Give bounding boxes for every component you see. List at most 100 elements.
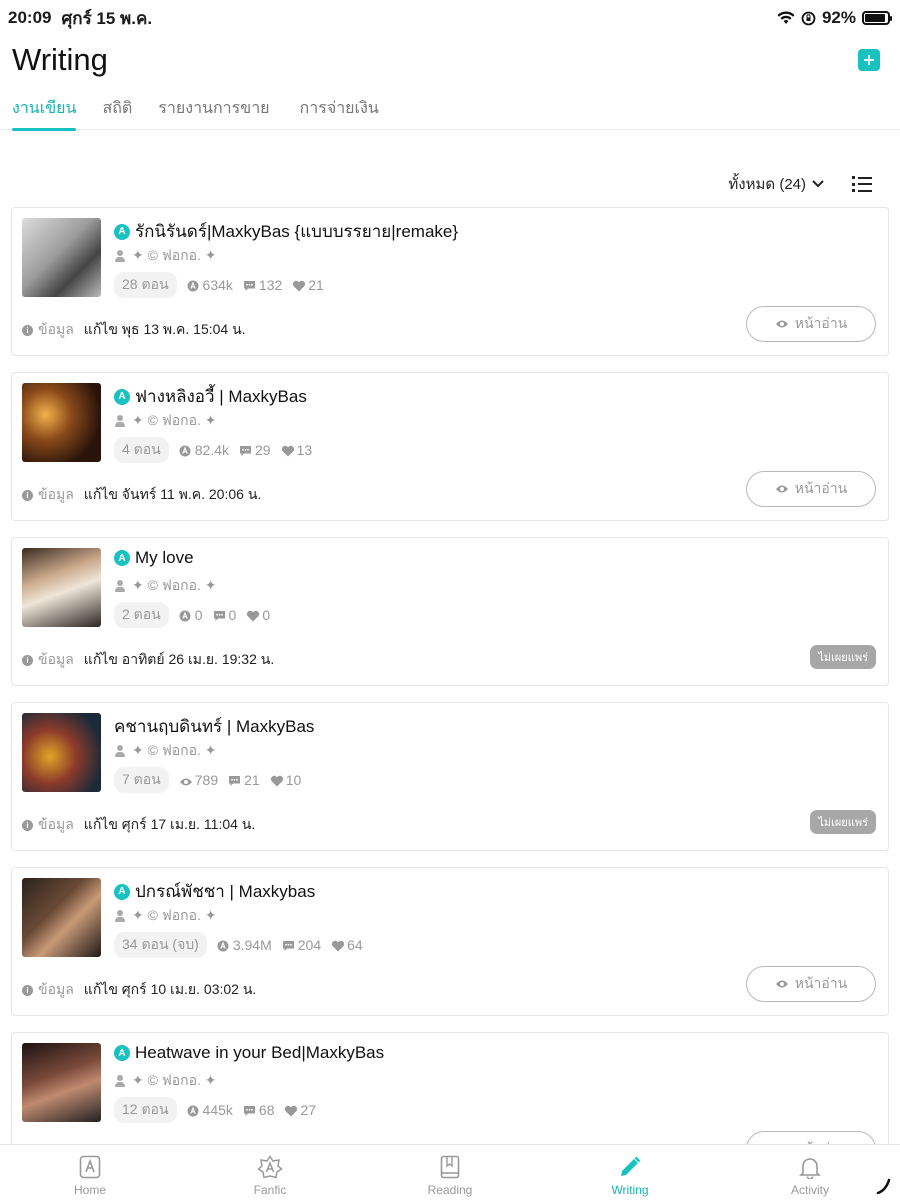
read-label: หน้าอ่าน xyxy=(794,480,848,496)
card-footer: i ข้อมูล แก้ไข ศุกร์ 10 เม.ย. 03:02 น. xyxy=(22,979,256,1001)
work-card[interactable]: A My love ✦ © ฟอกอ. ✦ 2 ตอน 0 0 0 i ข้อมูล แก้ไข … xyxy=(11,537,889,686)
work-title: Heatwave in your Bed|MaxkyBas xyxy=(135,1043,385,1062)
unpublished-badge: ไม่เผยแพร่ xyxy=(810,810,876,834)
comments-count: 68 xyxy=(258,1102,275,1118)
likes-stat: 13 xyxy=(281,442,313,458)
list-view-icon[interactable] xyxy=(852,176,872,192)
battery-icon xyxy=(862,11,892,25)
info-link[interactable]: i ข้อมูล xyxy=(22,814,74,836)
nav-reading[interactable]: Reading xyxy=(360,1145,540,1200)
pencil-icon xyxy=(621,1156,641,1176)
cover-image[interactable] xyxy=(22,218,101,297)
read-page-button[interactable]: หน้าอ่าน xyxy=(746,306,876,342)
comment-icon xyxy=(243,1104,255,1116)
a-badge-icon xyxy=(187,279,199,292)
nav-fanfic-label: Fanfic xyxy=(253,1183,287,1197)
nav-writing-label: Writing xyxy=(611,1183,649,1197)
nav-fanfic[interactable]: Fanfic xyxy=(180,1145,360,1200)
filter-row: ทั้งหมด (24) xyxy=(728,172,872,196)
nav-reading-label: Reading xyxy=(427,1183,473,1197)
tab-bar-top: งานเขียน สถิติ รายงานการขาย การจ่ายเงิน xyxy=(0,90,900,131)
work-title-row[interactable]: A My love xyxy=(114,548,194,568)
comments-stat: 68 xyxy=(243,1102,275,1118)
heart-icon xyxy=(292,279,306,292)
person-icon xyxy=(114,250,126,262)
comments-count: 132 xyxy=(258,277,283,293)
work-title-row[interactable]: A รักนิรันดร์|MaxkyBas {แบบบรรยาย|remake} xyxy=(114,218,458,245)
info-link[interactable]: i ข้อมูล xyxy=(22,484,74,506)
views-stat: 789 xyxy=(179,772,218,788)
read-label: หน้าอ่าน xyxy=(794,975,848,991)
cover-image[interactable] xyxy=(22,383,101,462)
likes-count: 0 xyxy=(262,607,271,623)
likes-count: 64 xyxy=(347,937,363,953)
info-link[interactable]: i ข้อมูล xyxy=(22,319,74,341)
add-work-button[interactable] xyxy=(858,49,880,71)
likes-count: 27 xyxy=(300,1102,317,1118)
battery-percent: 92% xyxy=(821,8,856,27)
likes-stat: 10 xyxy=(270,772,302,788)
stats-row: 34 ตอน (จบ) 3.94M 204 64 xyxy=(114,932,363,958)
author-row: ✦ © ฟอกอ. ✦ xyxy=(114,1070,217,1092)
views-stat: 82.4k xyxy=(179,442,229,458)
nav-home[interactable]: Home xyxy=(0,1145,180,1200)
tab-works[interactable]: งานเขียน xyxy=(12,90,77,131)
info-link[interactable]: i ข้อมูล xyxy=(22,649,74,671)
work-card[interactable]: A ฟางหลิงอวี้ | MaxkyBas ✦ © ฟอกอ. ✦ 4 ตอน 8… xyxy=(11,372,889,521)
work-card[interactable]: A รักนิรันดร์|MaxkyBas {แบบบรรยาย|remake}… xyxy=(11,207,889,356)
fanfic-a-icon xyxy=(257,1155,283,1179)
info-label: ข้อมูล xyxy=(38,816,74,832)
likes-count: 10 xyxy=(285,772,302,788)
comments-stat: 29 xyxy=(239,442,271,458)
stats-row: 4 ตอน 82.4k 29 13 xyxy=(114,437,312,463)
work-card[interactable]: A ปกรณ์พัชชา | Maxkybas ✦ © ฟอกอ. ✦ 34 ตอน … xyxy=(11,867,889,1016)
cover-image[interactable] xyxy=(22,713,101,792)
read-label: หน้าอ่าน xyxy=(794,315,848,331)
tab-stats[interactable]: สถิติ xyxy=(102,90,132,130)
views-count: 3.94M xyxy=(232,937,272,953)
author-row: ✦ © ฟอกอ. ✦ xyxy=(114,740,217,762)
likes-stat: 0 xyxy=(246,607,270,623)
author-name: ✦ © ฟอกอ. ✦ xyxy=(132,412,217,428)
read-page-button[interactable]: หน้าอ่าน xyxy=(746,966,876,1002)
wifi-icon xyxy=(777,11,795,24)
tab-sales-report[interactable]: รายงานการขาย xyxy=(158,90,269,130)
episodes-count: 7 ตอน xyxy=(114,767,169,793)
heart-icon xyxy=(270,774,283,787)
cover-image[interactable] xyxy=(22,1043,101,1122)
comments-count: 29 xyxy=(255,442,271,458)
person-icon xyxy=(114,745,126,757)
bottom-nav: Home Fanfic Reading Writing Activity xyxy=(0,1144,900,1200)
filter-dropdown[interactable]: ทั้งหมด (24) xyxy=(728,172,824,196)
edited-timestamp: แก้ไข พุธ 13 พ.ค. 15:04 น. xyxy=(83,321,246,337)
a-badge-icon xyxy=(179,609,191,622)
author-row: ✦ © ฟอกอ. ✦ xyxy=(114,575,217,597)
a-badge-icon: A xyxy=(114,1045,130,1061)
cover-image[interactable] xyxy=(22,878,101,957)
card-footer: i ข้อมูล แก้ไข ศุกร์ 17 เม.ย. 11:04 น. xyxy=(22,814,255,836)
book-icon xyxy=(440,1155,460,1179)
cover-image[interactable] xyxy=(22,548,101,627)
work-card[interactable]: คชานฤบดินทร์ | MaxkyBas ✦ © ฟอกอ. ✦ 7 ตอน 7… xyxy=(11,702,889,851)
work-title-row[interactable]: A ฟางหลิงอวี้ | MaxkyBas xyxy=(114,383,307,410)
work-title-row[interactable]: A Heatwave in your Bed|MaxkyBas xyxy=(114,1043,384,1063)
heart-icon xyxy=(284,1104,298,1117)
comment-icon xyxy=(243,279,255,291)
info-link[interactable]: i ข้อมูล xyxy=(22,979,74,1001)
plus-icon xyxy=(864,55,874,65)
episodes-count: 34 ตอน (จบ) xyxy=(114,932,207,958)
views-stat: 634k xyxy=(187,277,233,293)
work-title-row[interactable]: คชานฤบดินทร์ | MaxkyBas xyxy=(114,713,314,740)
heart-icon xyxy=(331,939,345,952)
tab-payments[interactable]: การจ่ายเงิน xyxy=(300,90,379,130)
read-page-button[interactable]: หน้าอ่าน xyxy=(746,471,876,507)
work-title: My love xyxy=(135,548,194,567)
nav-activity[interactable]: Activity xyxy=(720,1145,900,1200)
a-badge-icon: A xyxy=(114,388,130,405)
likes-count: 13 xyxy=(296,442,313,458)
nav-writing[interactable]: Writing xyxy=(540,1145,720,1200)
work-title-row[interactable]: A ปกรณ์พัชชา | Maxkybas xyxy=(114,878,315,905)
author-row: ✦ © ฟอกอ. ✦ xyxy=(114,410,217,432)
card-footer: i ข้อมูล แก้ไข พุธ 13 พ.ค. 15:04 น. xyxy=(22,319,246,341)
heart-icon xyxy=(281,444,294,457)
